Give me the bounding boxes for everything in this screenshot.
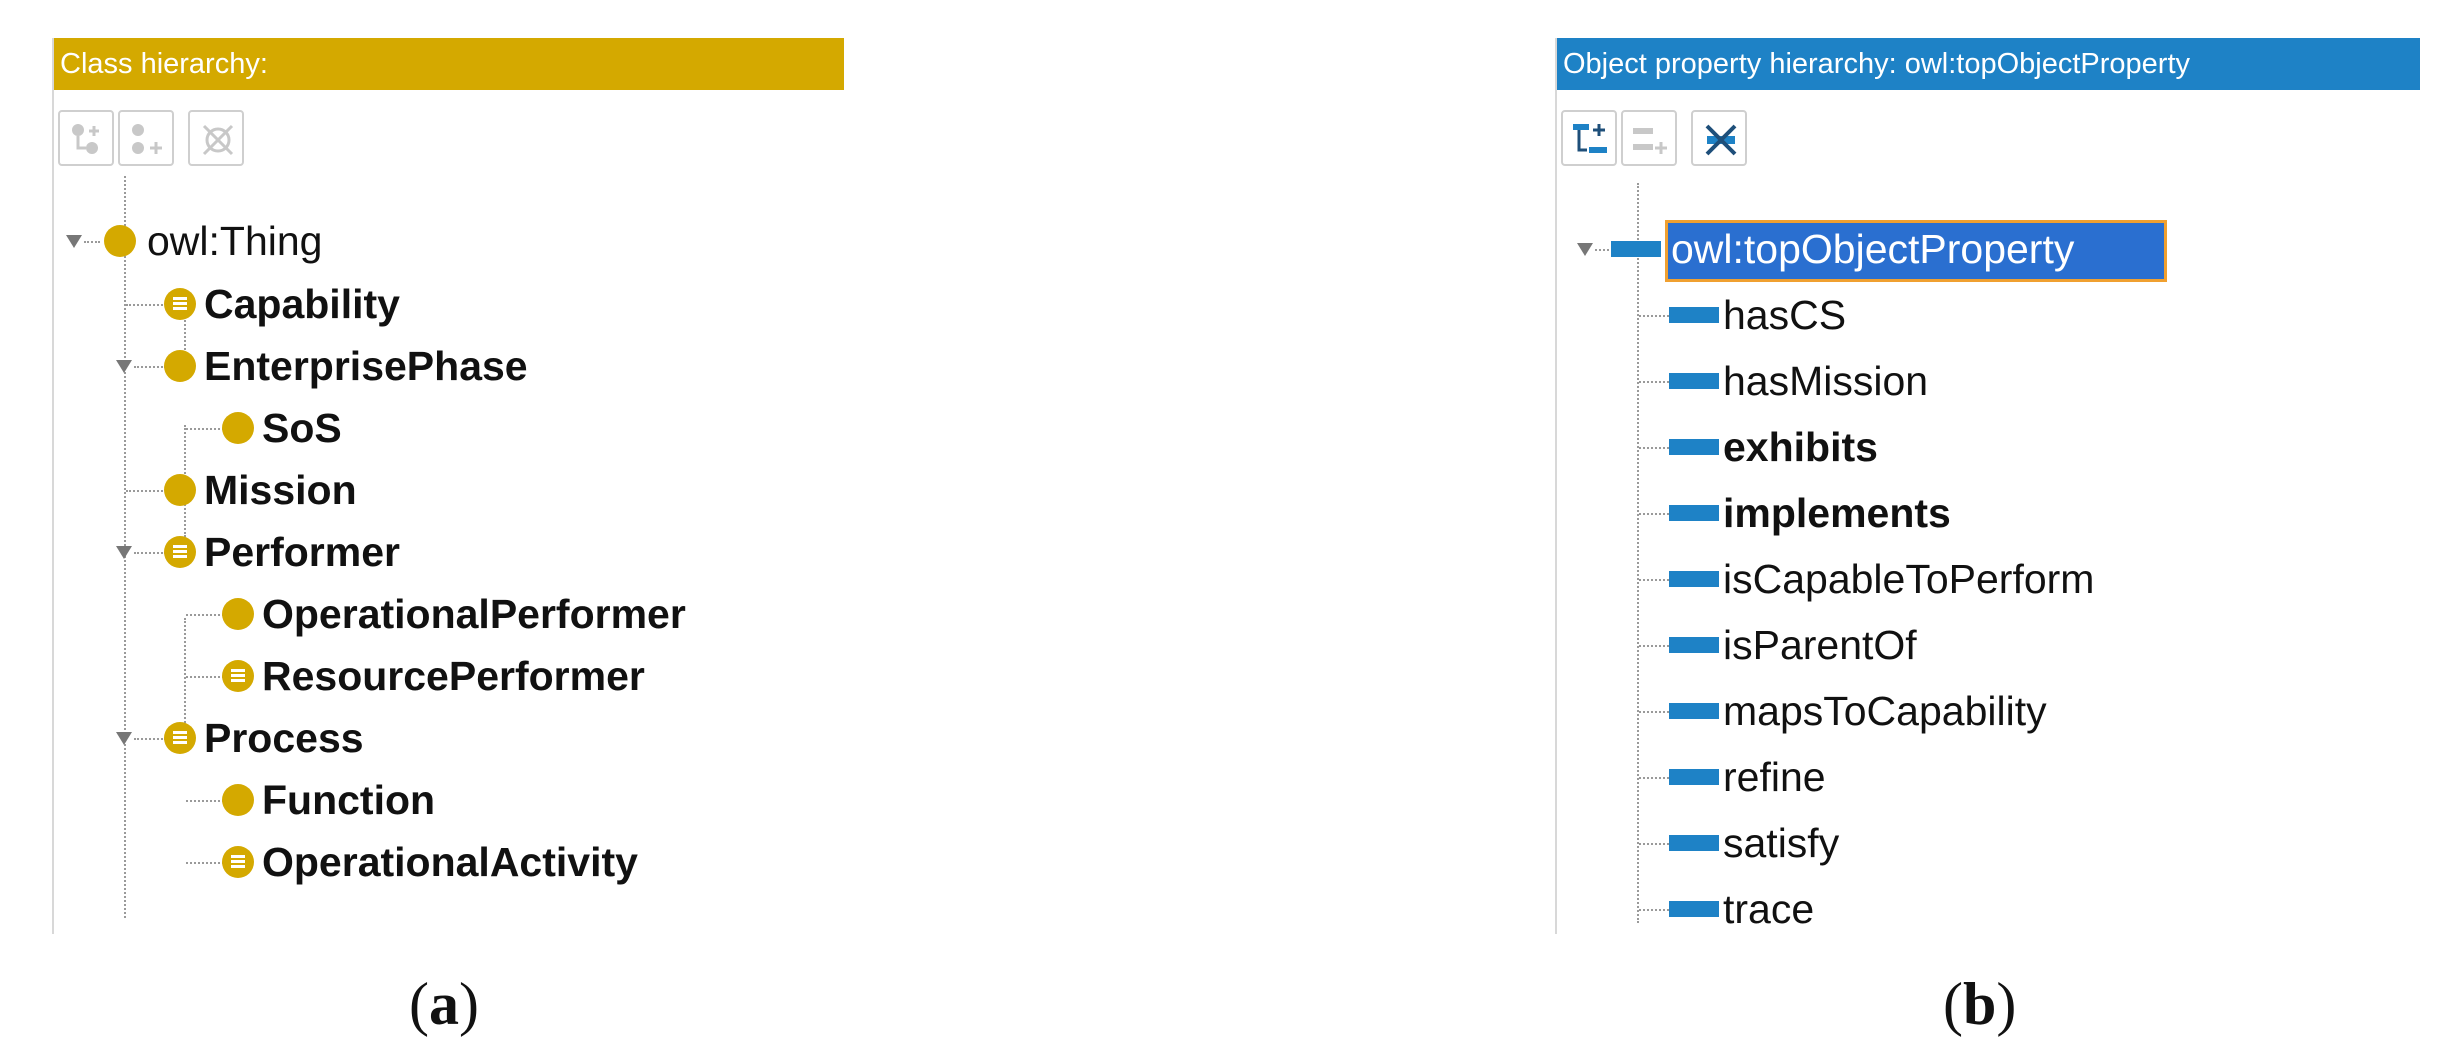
object-property-hierarchy-panel: Object property hierarchy: owl:topObject… xyxy=(1555,38,2420,934)
tree-node-label: EnterprisePhase xyxy=(204,343,528,389)
tree-node-implements[interactable]: implements xyxy=(1557,486,2407,540)
tree-node-refine[interactable]: refine xyxy=(1557,750,2407,804)
tree-node-exhibits[interactable]: exhibits xyxy=(1557,420,2407,474)
object-property-icon xyxy=(1669,835,1719,851)
class-icon xyxy=(104,225,136,257)
class-icon xyxy=(222,412,254,444)
tree-node-iscapabletoperform[interactable]: isCapableToPerform xyxy=(1557,552,2407,606)
class-icon xyxy=(222,598,254,630)
tree-node-label: mapsToCapability xyxy=(1723,688,2047,734)
tree-node-label: hasCS xyxy=(1723,292,1847,338)
expand-triangle-icon[interactable] xyxy=(116,360,132,373)
property-tree: owl:topObjectProperty hasCS hasMission e… xyxy=(1557,38,2420,934)
expand-triangle-icon[interactable] xyxy=(116,546,132,559)
object-property-icon xyxy=(1669,571,1719,587)
tree-node-capability[interactable]: Capability xyxy=(54,277,834,331)
tree-node-label: Mission xyxy=(204,467,357,513)
tree-node-performer[interactable]: Performer xyxy=(54,525,834,579)
class-icon xyxy=(164,350,196,382)
expand-triangle-icon[interactable] xyxy=(116,732,132,745)
tree-node-trace[interactable]: trace xyxy=(1557,882,2407,936)
tree-node-function[interactable]: Function xyxy=(54,773,834,827)
expand-triangle-icon[interactable] xyxy=(66,235,82,248)
tree-node-label: implements xyxy=(1723,490,1951,536)
caption-letter: b xyxy=(1962,971,1997,1037)
object-property-icon xyxy=(1669,439,1719,455)
caption-b: (b) xyxy=(1943,970,2016,1039)
tree-node-sos[interactable]: SoS xyxy=(54,401,834,455)
object-property-icon xyxy=(1669,307,1719,323)
tree-node-isparentof[interactable]: isParentOf xyxy=(1557,618,2407,672)
caption-letter: a xyxy=(428,971,459,1037)
tree-node-label: exhibits xyxy=(1723,424,1878,470)
class-hierarchy-panel: Class hierarchy: owl:Thing Capability En… xyxy=(52,38,844,934)
tree-node-label: satisfy xyxy=(1723,820,1840,866)
tree-node-hasmission[interactable]: hasMission xyxy=(1557,354,2407,408)
tree-node-operationalperformer[interactable]: OperationalPerformer xyxy=(54,587,834,641)
defined-class-icon xyxy=(164,722,196,754)
tree-node-label: Process xyxy=(204,715,364,761)
tree-node-owl-topobjectproperty[interactable]: owl:topObjectProperty xyxy=(1557,220,2407,282)
object-property-icon xyxy=(1611,241,1661,257)
caption-paren: ( xyxy=(1943,971,1963,1037)
tree-node-label: OperationalActivity xyxy=(262,839,638,885)
class-icon xyxy=(164,474,196,506)
tree-node-label: owl:Thing xyxy=(147,218,323,264)
tree-node-resourceperformer[interactable]: ResourcePerformer xyxy=(54,649,834,703)
object-property-icon xyxy=(1669,637,1719,653)
class-tree: owl:Thing Capability EnterprisePhase SoS… xyxy=(54,38,844,934)
tree-node-enterprisephase[interactable]: EnterprisePhase xyxy=(54,339,834,393)
tree-node-process[interactable]: Process xyxy=(54,711,834,765)
tree-node-label: isCapableToPerform xyxy=(1723,556,2095,602)
tree-node-label: OperationalPerformer xyxy=(262,591,686,637)
caption-a: (a) xyxy=(409,970,479,1039)
tree-node-hascs[interactable]: hasCS xyxy=(1557,288,2407,342)
caption-paren: ) xyxy=(458,971,479,1037)
expand-triangle-icon[interactable] xyxy=(1577,243,1593,256)
caption-paren: ) xyxy=(1996,971,2017,1037)
defined-class-icon xyxy=(222,846,254,878)
object-property-icon xyxy=(1669,505,1719,521)
tree-node-label: Function xyxy=(262,777,436,823)
tree-node-label: SoS xyxy=(262,405,342,451)
tree-node-mapstocapability[interactable]: mapsToCapability xyxy=(1557,684,2407,738)
tree-node-label: ResourcePerformer xyxy=(262,653,645,699)
class-icon xyxy=(222,784,254,816)
tree-node-label: owl:topObjectProperty xyxy=(1671,226,2075,272)
defined-class-icon xyxy=(164,288,196,320)
tree-node-satisfy[interactable]: satisfy xyxy=(1557,816,2407,870)
tree-node-label: refine xyxy=(1723,754,1826,800)
tree-node-mission[interactable]: Mission xyxy=(54,463,834,517)
caption-paren: ( xyxy=(409,971,429,1037)
tree-node-operationalactivity[interactable]: OperationalActivity xyxy=(54,835,834,889)
tree-node-owl-thing[interactable]: owl:Thing xyxy=(54,214,834,268)
tree-node-label: Capability xyxy=(204,281,400,327)
tree-node-label: trace xyxy=(1723,886,1815,932)
object-property-icon xyxy=(1669,373,1719,389)
object-property-icon xyxy=(1669,703,1719,719)
tree-node-label: isParentOf xyxy=(1723,622,1917,668)
object-property-icon xyxy=(1669,769,1719,785)
defined-class-icon xyxy=(164,536,196,568)
tree-node-label: Performer xyxy=(204,529,400,575)
object-property-icon xyxy=(1669,901,1719,917)
tree-node-label: hasMission xyxy=(1723,358,1929,404)
defined-class-icon xyxy=(222,660,254,692)
